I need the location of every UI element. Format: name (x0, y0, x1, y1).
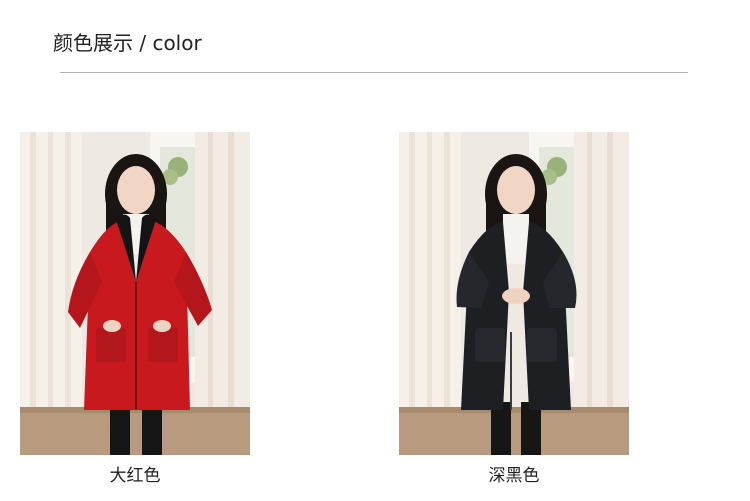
section-title: 颜色展示 / color (53, 31, 202, 55)
color-card-black[interactable]: 深黑色 (399, 132, 629, 487)
title-divider (60, 72, 688, 73)
color-caption: 深黑色 (488, 466, 540, 486)
color-caption: 大红色 (109, 466, 161, 486)
color-card-red[interactable]: 大红色 (20, 132, 250, 487)
product-photo-black[interactable] (399, 132, 629, 455)
product-photo-red[interactable] (20, 132, 250, 455)
